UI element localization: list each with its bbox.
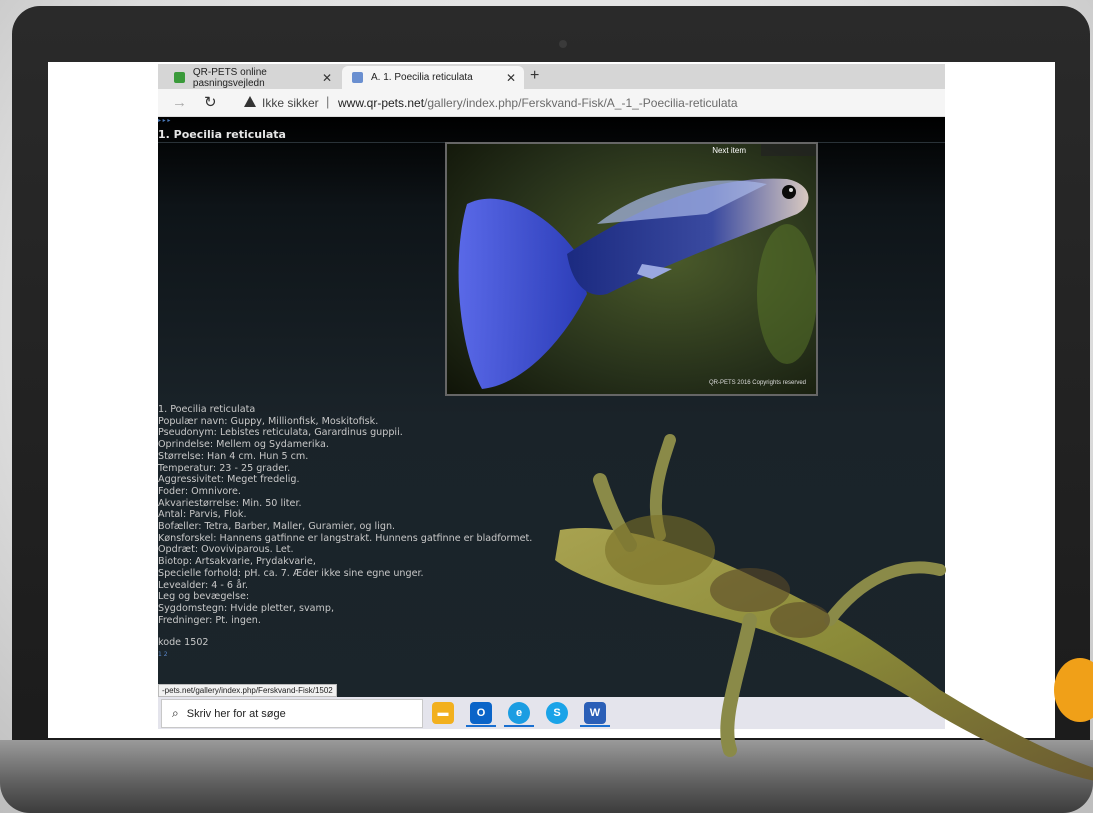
breadcrumb[interactable]: ▸ ▸ ▸ [158, 117, 170, 124]
info-line: Leg og bevægelse: [158, 591, 250, 603]
info-line: Populær navn: Guppy, Millionfisk, Moskit… [158, 415, 379, 427]
info-line: Opdræt: Ovoviviparous. Let. [158, 544, 294, 556]
info-line: 1. Poecilia reticulata [158, 404, 256, 415]
gallery-favicon-icon [352, 72, 363, 83]
info-line: Oprindelse: Mellem og Sydamerika. [158, 439, 329, 451]
edge-icon[interactable]: e [508, 702, 530, 724]
pagination[interactable]: 1 2 [158, 649, 532, 661]
info-line: Sygdomstegn: Hvide pletter, svamp, [158, 602, 335, 614]
skype-icon[interactable]: S [546, 702, 568, 724]
tab-label: QR-PETS online pasningsvejledn [192, 66, 267, 89]
close-tab-icon[interactable]: ✕ [322, 71, 332, 85]
tab-poecilia[interactable]: A. 1. Poecilia reticulata ✕ [342, 66, 524, 89]
info-line: Pseudonym: Lebistes reticulata, Garardin… [158, 427, 403, 439]
next-item-link[interactable]: Next item [712, 146, 746, 155]
info-line: Størrelse: Han 4 cm. Hun 5 cm. [158, 450, 309, 462]
active-indicator [466, 725, 496, 727]
active-indicator [580, 725, 610, 727]
url-host: www.qr-pets.net [338, 96, 425, 110]
info-line: Specielle forhold: pH. ca. 7. Æder ikke … [158, 567, 424, 579]
guppy-photo [447, 144, 816, 394]
info-line: Fredninger: Pt. ingen. [158, 614, 261, 626]
address-bar: → ↻ Ikke sikker | www.qr-pets.net/galler… [158, 89, 945, 117]
gallery-photo[interactable]: Next item QR-PETS 2016 Copyrights reserv… [445, 142, 818, 396]
info-line: Bofæller: Tetra, Barber, Maller, Guramie… [158, 521, 396, 533]
outlook-icon[interactable]: O [470, 702, 492, 724]
camera [559, 40, 567, 48]
info-line: Aggressivitet: Meget fredelig. [158, 474, 300, 486]
url-field[interactable]: www.qr-pets.net/gallery/index.php/Ferskv… [338, 96, 738, 110]
status-url: -pets.net/gallery/index.php/Ferskvand-Fi… [158, 684, 337, 697]
forward-icon[interactable]: → [172, 94, 187, 111]
taskbar-search[interactable]: ⌕ Skriv her for at søge [161, 699, 423, 728]
qr-pets-favicon-icon [174, 72, 185, 83]
active-indicator [504, 725, 534, 727]
word-icon[interactable]: W [584, 702, 606, 724]
tab-qr-pets[interactable]: QR-PETS online pasningsvejledn ✕ [164, 66, 340, 89]
tab-label: A. 1. Poecilia reticulata [371, 72, 473, 83]
file-explorer-icon[interactable]: ▬ [432, 702, 454, 724]
info-line: Kønsforskel: Hannens gatfinne er langstr… [158, 532, 533, 544]
info-line: Levealder: 4 - 6 år. [158, 579, 249, 591]
info-line: Biotop: Artsakvarie, Prydakvarie, [158, 556, 316, 568]
product-code: kode 1502 [158, 637, 209, 649]
reload-icon[interactable]: ↻ [204, 93, 217, 111]
divider: | [326, 94, 330, 109]
info-line: Temperatur: 23 - 25 grader. [158, 462, 291, 474]
new-tab-button[interactable]: + [530, 67, 539, 85]
taskbar: ⌕ Skriv her for at søge ▬ O e S W [158, 697, 945, 729]
info-line: Foder: Omnivore. [158, 485, 241, 497]
info-line: Akvariestørrelse: Min. 50 liter. [158, 497, 302, 509]
search-icon: ⌕ [172, 706, 179, 720]
close-tab-icon[interactable]: ✕ [506, 71, 516, 85]
photo-copyright: QR-PETS 2016 Copyrights reserved [708, 380, 806, 386]
laptop-base [0, 740, 1093, 813]
species-info: 1. Poecilia reticulata Populær navn: Gup… [158, 404, 532, 661]
url-path: /gallery/index.php/Ferskvand-Fisk/A_-1_-… [424, 96, 738, 110]
info-line: Antal: Parvis, Flok. [158, 509, 247, 521]
next-bar [761, 144, 816, 156]
page-title: 1. Poecilia reticulata [158, 128, 286, 141]
warning-icon [244, 96, 256, 107]
page-content: ▸ ▸ ▸ 1. Poecilia reticulata Next item Q… [158, 117, 945, 697]
tab-bar: QR-PETS online pasningsvejledn ✕ A. 1. P… [158, 64, 945, 89]
security-label[interactable]: Ikke sikker [262, 96, 319, 110]
browser-window: QR-PETS online pasningsvejledn ✕ A. 1. P… [158, 64, 945, 729]
search-placeholder: Skriv her for at søge [186, 707, 286, 720]
